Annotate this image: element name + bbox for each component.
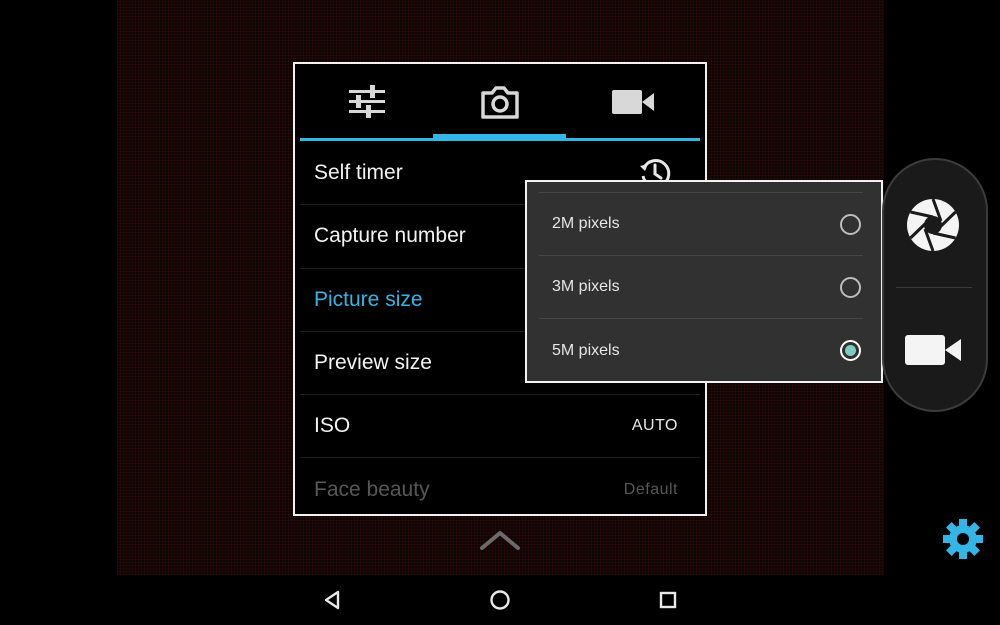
picture-size-popup: 2M pixels 3M pixels 5M pixels [525, 180, 883, 383]
popup-divider [539, 182, 863, 193]
tab-video-settings[interactable] [566, 64, 699, 140]
tab-general-settings[interactable] [300, 64, 433, 140]
back-icon [324, 590, 340, 610]
chevron-up-icon [480, 531, 520, 550]
tab-camera-settings[interactable] [433, 64, 566, 140]
gear-icon [943, 519, 983, 559]
nav-home-button[interactable] [480, 583, 520, 617]
setting-label: Self timer [314, 161, 403, 185]
setting-label: Picture size [314, 287, 423, 311]
setting-label: Capture number [314, 224, 466, 248]
settings-tab-bar [300, 64, 700, 142]
settings-button[interactable] [940, 516, 986, 562]
picture-size-option-3m[interactable]: 3M pixels [539, 256, 863, 319]
setting-label: ISO [314, 414, 351, 438]
system-navigation-bar [0, 575, 1000, 625]
sliders-icon [348, 85, 385, 118]
expand-settings-button[interactable] [476, 522, 524, 558]
nav-back-button[interactable] [312, 583, 352, 617]
video-camera-icon [905, 335, 961, 365]
tab-active-indicator [433, 134, 566, 141]
video-camera-icon [611, 90, 654, 114]
setting-value: AUTO [631, 417, 678, 435]
option-label: 3M pixels [552, 278, 620, 295]
nav-recents-button[interactable] [648, 583, 688, 617]
setting-value: Default [623, 480, 678, 498]
picture-size-option-5m[interactable]: 5M pixels [539, 319, 863, 382]
shutter-icon [907, 198, 959, 252]
radio-button[interactable] [840, 213, 861, 235]
video-mode-button[interactable] [898, 320, 968, 380]
camera-icon [480, 86, 519, 119]
setting-label: Preview size [314, 351, 432, 375]
radio-button[interactable] [840, 276, 861, 298]
recents-icon [659, 591, 677, 609]
radio-button-selected[interactable] [840, 340, 861, 361]
shutter-button[interactable] [898, 190, 968, 260]
home-icon [490, 590, 510, 610]
setting-face-beauty: Face beauty Default [300, 458, 700, 514]
capture-mode-capsule [882, 158, 988, 412]
option-label: 2M pixels [552, 215, 620, 232]
option-label: 5M pixels [552, 341, 620, 359]
setting-label: Face beauty [314, 477, 430, 501]
setting-iso[interactable]: ISO AUTO [300, 395, 700, 459]
capsule-divider [896, 287, 972, 288]
picture-size-option-2m[interactable]: 2M pixels [539, 193, 863, 256]
